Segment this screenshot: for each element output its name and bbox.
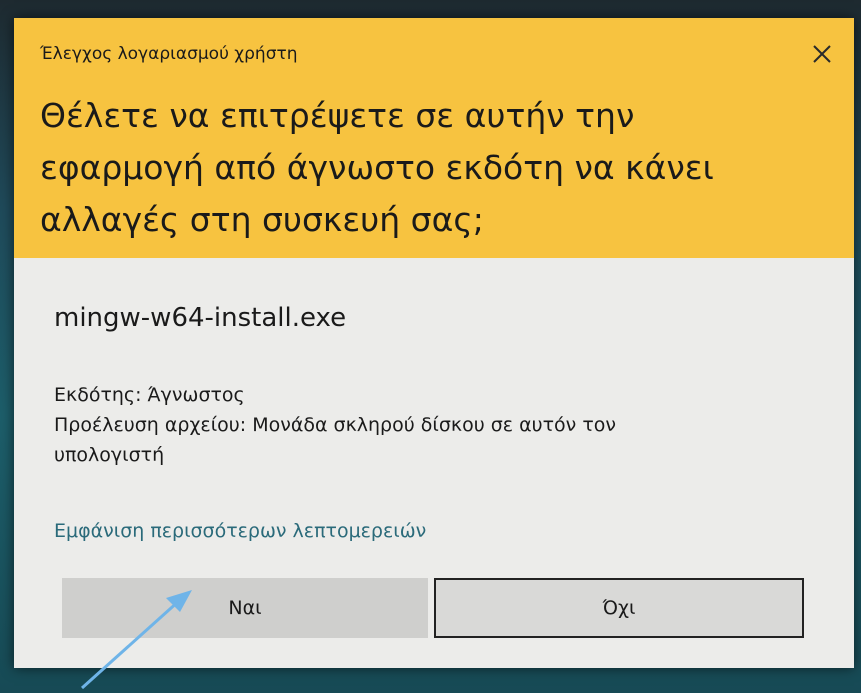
- question-line: Θέλετε να επιτρέψετε σε αυτήν την: [40, 96, 635, 135]
- dialog-header: Έλεγχος λογαριασμού χρήστη Θέλετε να επι…: [14, 18, 854, 258]
- app-details: Εκδότης: Άγνωστος Προέλευση αρχείου: Μον…: [54, 380, 794, 470]
- app-name: mingw-w64-install.exe: [54, 303, 347, 333]
- no-button[interactable]: Όχι: [434, 578, 804, 638]
- yes-button-label: Ναι: [228, 597, 262, 619]
- publisher-text: Εκδότης: Άγνωστος: [54, 384, 245, 406]
- uac-dialog: Έλεγχος λογαριασμού χρήστη Θέλετε να επι…: [14, 18, 854, 668]
- dialog-title: Έλεγχος λογαριασμού χρήστη: [40, 44, 298, 64]
- close-button[interactable]: [804, 36, 840, 72]
- no-button-label: Όχι: [602, 597, 636, 619]
- yes-button[interactable]: Ναι: [62, 578, 428, 638]
- question-line: εφαρμογή από άγνωστο εκδότη να κάνει: [40, 148, 714, 187]
- close-icon: [813, 45, 831, 63]
- file-origin-text-cont: υπολογιστή: [54, 444, 165, 466]
- show-more-details-link[interactable]: Εμφάνιση περισσότερων λεπτομερειών: [54, 520, 426, 542]
- file-origin-text: Προέλευση αρχείου: Μονάδα σκληρού δίσκου…: [54, 414, 616, 436]
- question-line: αλλαγές στη συσκευή σας;: [40, 200, 484, 239]
- dialog-question: Θέλετε να επιτρέψετε σε αυτήν την εφαρμο…: [40, 90, 800, 246]
